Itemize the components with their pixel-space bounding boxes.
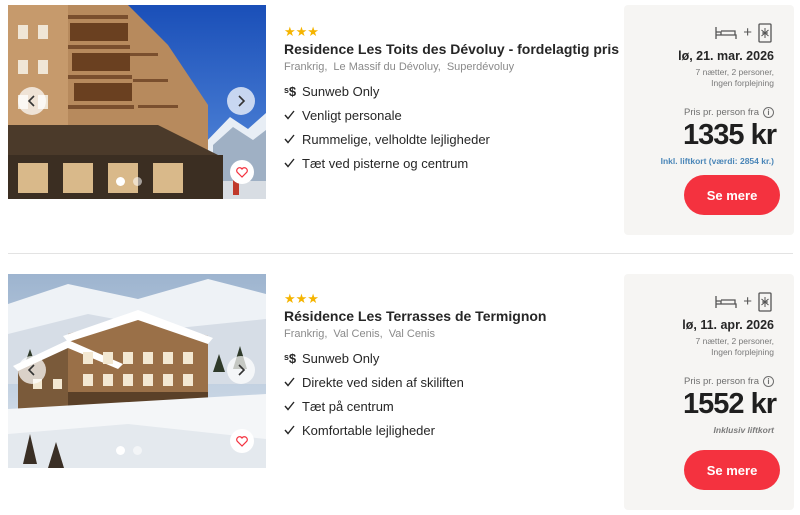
package-icons: + bbox=[715, 23, 772, 43]
heart-icon bbox=[236, 435, 248, 447]
see-more-button[interactable]: Se mere bbox=[684, 175, 780, 215]
feature-list: ˢ$ Sunweb Only Venligt personale Rummeli… bbox=[284, 79, 614, 175]
plus-icon: + bbox=[743, 293, 752, 310]
location-resort[interactable]: Superdévoluy bbox=[447, 61, 514, 73]
info-icon[interactable]: i bbox=[763, 376, 774, 387]
check-icon bbox=[284, 134, 302, 144]
photo-dot[interactable] bbox=[133, 446, 142, 455]
listing-title[interactable]: Residence Les Toits des Dévoluy - fordel… bbox=[284, 41, 619, 58]
price-label: Pris pr. person fra i bbox=[684, 107, 774, 118]
feature-text: Rummelige, velholdte lejligheder bbox=[302, 131, 490, 147]
feature-item: Tæt på centrum bbox=[284, 394, 614, 418]
photo-pagination bbox=[116, 177, 142, 186]
feature-text: Tæt på centrum bbox=[302, 398, 394, 414]
chevron-left-icon bbox=[27, 95, 35, 107]
star-rating: ★★★ bbox=[284, 292, 319, 307]
feature-item: Venligt personale bbox=[284, 103, 614, 127]
trip-details: 7 nætter, 2 personer, Ingen forplejning bbox=[644, 67, 774, 89]
previous-photo-button[interactable] bbox=[18, 87, 46, 115]
info-icon[interactable]: i bbox=[763, 107, 774, 118]
listing-info: ★★★ Residence Les Toits des Dévoluy - fo… bbox=[284, 25, 619, 175]
package-icons: + bbox=[715, 292, 772, 312]
lift-pass-note: Inkl. liftkort (værdi: 2854 kr.) bbox=[660, 156, 774, 166]
ski-pass-icon bbox=[758, 23, 772, 43]
lift-pass-note: Inklusiv liftkort bbox=[713, 425, 774, 435]
feature-item: ˢ$ Sunweb Only bbox=[284, 346, 614, 370]
feature-text: Komfortable lejligheder bbox=[302, 422, 435, 438]
listing-divider bbox=[8, 253, 793, 254]
previous-photo-button[interactable] bbox=[18, 356, 46, 384]
next-photo-button[interactable] bbox=[227, 356, 255, 384]
trip-details: 7 nætter, 2 personer, Ingen forplejning bbox=[644, 336, 774, 358]
next-photo-button[interactable] bbox=[227, 87, 255, 115]
trip-duration: 7 nætter, 2 personer, bbox=[695, 336, 774, 346]
heart-icon bbox=[236, 166, 248, 178]
feature-list: ˢ$ Sunweb Only Direkte ved siden af skil… bbox=[284, 346, 614, 442]
price-label: Pris pr. person fra i bbox=[684, 376, 774, 387]
bed-icon bbox=[715, 296, 737, 308]
price-label-text: Pris pr. person fra bbox=[684, 376, 759, 387]
photo-dot[interactable] bbox=[133, 177, 142, 186]
price-panel: + lø, 11. apr. 2026 7 nætter, 2 personer… bbox=[624, 274, 794, 510]
check-icon bbox=[284, 377, 302, 387]
see-more-button[interactable]: Se mere bbox=[684, 450, 780, 490]
location-breadcrumb: Frankrig, Le Massif du Dévoluy, Superdévol… bbox=[284, 60, 614, 74]
feature-item: Tæt ved pisterne og centrum bbox=[284, 151, 614, 175]
feature-text: Direkte ved siden af skiliften bbox=[302, 374, 464, 390]
listing-title[interactable]: Résidence Les Terrasses de Termignon bbox=[284, 308, 614, 325]
chevron-right-icon bbox=[238, 95, 246, 107]
feature-item: Direkte ved siden af skiliften bbox=[284, 370, 614, 394]
listing-info: ★★★ Résidence Les Terrasses de Termignon… bbox=[284, 293, 614, 442]
check-icon bbox=[284, 110, 302, 120]
feature-text: Sunweb Only bbox=[302, 83, 380, 99]
feature-text: Venligt personale bbox=[302, 107, 402, 123]
location-country[interactable]: Frankrig, bbox=[284, 61, 327, 73]
price-value: 1552 kr bbox=[683, 388, 777, 420]
chevron-left-icon bbox=[27, 364, 35, 376]
favorite-button[interactable] bbox=[230, 429, 254, 453]
location-resort[interactable]: Val Cenis bbox=[389, 328, 435, 340]
trip-duration: 7 nætter, 2 personer, bbox=[695, 67, 774, 77]
favorite-button[interactable] bbox=[230, 160, 254, 184]
location-breadcrumb: Frankrig, Val Cenis, Val Cenis bbox=[284, 327, 614, 341]
departure-date: lø, 11. apr. 2026 bbox=[682, 318, 774, 332]
feature-item: Rummelige, velholdte lejligheder bbox=[284, 127, 614, 151]
check-icon bbox=[284, 158, 302, 168]
sunweb-only-icon: ˢ$ bbox=[284, 350, 297, 366]
board-type: Ingen forplejning bbox=[711, 347, 774, 357]
sunweb-only-icon: ˢ$ bbox=[284, 83, 297, 99]
plus-icon: + bbox=[743, 24, 752, 41]
accommodation-photo[interactable] bbox=[8, 274, 266, 468]
feature-item: Komfortable lejligheder bbox=[284, 418, 614, 442]
price-label-text: Pris pr. person fra bbox=[684, 107, 759, 118]
star-rating: ★★★ bbox=[284, 25, 319, 40]
departure-date: lø, 21. mar. 2026 bbox=[678, 49, 774, 63]
price-panel: + lø, 21. mar. 2026 7 nætter, 2 personer… bbox=[624, 5, 794, 235]
feature-text: Tæt ved pisterne og centrum bbox=[302, 155, 469, 171]
listing-card: ★★★ Residence Les Toits des Dévoluy - fo… bbox=[0, 0, 800, 240]
location-region[interactable]: Le Massif du Dévoluy, bbox=[333, 61, 440, 73]
feature-item: ˢ$ Sunweb Only bbox=[284, 79, 614, 103]
accommodation-photo[interactable] bbox=[8, 5, 266, 199]
feature-text: Sunweb Only bbox=[302, 350, 380, 366]
photo-dot[interactable] bbox=[116, 446, 125, 455]
chevron-right-icon bbox=[238, 364, 246, 376]
check-icon bbox=[284, 425, 302, 435]
check-icon bbox=[284, 401, 302, 411]
location-region[interactable]: Val Cenis, bbox=[333, 328, 382, 340]
listing-card: ★★★ Résidence Les Terrasses de Termignon… bbox=[0, 268, 800, 515]
ski-pass-icon bbox=[758, 292, 772, 312]
photo-dot[interactable] bbox=[116, 177, 125, 186]
price-value: 1335 kr bbox=[683, 119, 777, 151]
bed-icon bbox=[715, 27, 737, 39]
photo-pagination bbox=[116, 446, 142, 455]
location-country[interactable]: Frankrig, bbox=[284, 328, 327, 340]
board-type: Ingen forplejning bbox=[711, 78, 774, 88]
